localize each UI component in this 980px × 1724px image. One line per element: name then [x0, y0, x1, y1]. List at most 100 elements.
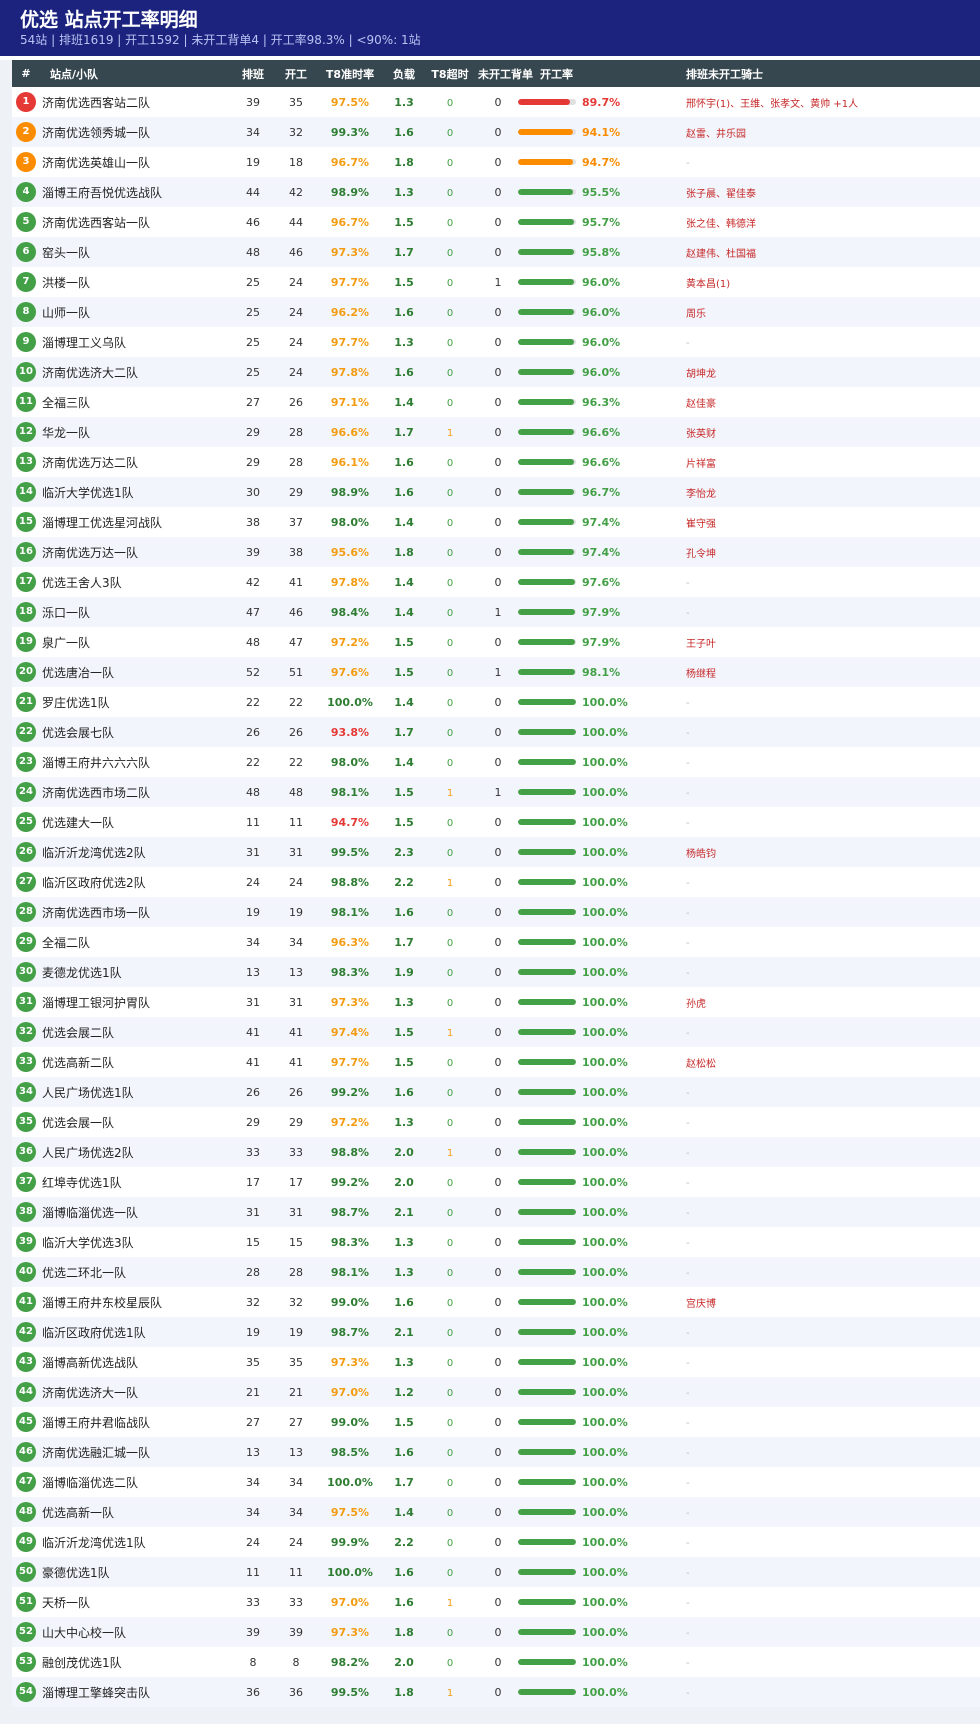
site-name: 济南优选西市场二队: [42, 785, 151, 800]
site-name-cell: 济南优选领秀城一队: [40, 117, 228, 147]
table-row[interactable]: 27 临沂区政府优选2队 24 24 98.8% 2.2 1 0 100.0% -: [12, 867, 980, 897]
table-row[interactable]: 43 淄博高新优选战队 35 35 97.3% 1.3 0 0 100.0% -: [12, 1347, 980, 1377]
col-header-name[interactable]: 站点/小队: [40, 60, 228, 87]
col-header-load[interactable]: 负载: [386, 60, 422, 87]
load-cell: 1.5: [386, 1047, 422, 1077]
unstarted-cell: 0: [478, 1197, 518, 1227]
table-row[interactable]: 16 济南优选万达一队 39 38 95.6% 1.8 0 0 97.4% 孔令坤: [12, 537, 980, 567]
table-header-row: # 站点/小队 排班 开工 T8准时率 负载 T8超时 未开工背单 开工率 排班…: [12, 60, 980, 87]
rate-value: 96.0%: [582, 305, 621, 319]
table-row[interactable]: 20 优选唐冶一队 52 51 97.6% 1.5 0 1 98.1% 杨继程: [12, 657, 980, 687]
table-row[interactable]: 1 济南优选西客站二队 39 35 97.5% 1.3 0 0 89.7% 邢怀宇(1)、王维、张…: [12, 87, 980, 117]
table-row[interactable]: 5 济南优选西客站一队 46 44 96.7% 1.5 0 0 95.7% 张之佳、韩德洋: [12, 207, 980, 237]
table-row[interactable]: 38 淄博临淄优选一队 31 31 98.7% 2.1 0 0 100.0% -: [12, 1197, 980, 1227]
table-row[interactable]: 21 罗庄优选1队 22 22 100.0% 1.4 0 0 100.0% -: [12, 687, 980, 717]
unstarted-cell: 0: [478, 1617, 518, 1647]
table-row[interactable]: 42 临沂区政府优选1队 19 19 98.7% 2.1 0 0 100.0% -: [12, 1317, 980, 1347]
table-row[interactable]: 47 淄博临淄优选二队 34 34 100.0% 1.7 0 0 100.0% -: [12, 1467, 980, 1497]
table-row[interactable]: 14 临沂大学优选1队 30 29 98.9% 1.6 0 0 96.7% 李怡龙: [12, 477, 980, 507]
table-row[interactable]: 48 优选高新一队 34 34 97.5% 1.4 0 0 100.0% -: [12, 1497, 980, 1527]
table-row[interactable]: 15 淄博理工优选星河战队 38 37 98.0% 1.4 0 0 97.4% 崔守强: [12, 507, 980, 537]
site-name-cell: 淄博王府井六六六队: [40, 747, 228, 777]
table-row[interactable]: 26 临沂沂龙湾优选2队 31 31 99.5% 2.3 0 0 100.0% 杨皓钧: [12, 837, 980, 867]
table-row[interactable]: 30 麦德龙优选1队 13 13 98.3% 1.9 0 0 100.0% -: [12, 957, 980, 987]
col-header-t8[interactable]: T8准时率: [314, 60, 386, 87]
table-row[interactable]: 22 优选会展七队 26 26 93.8% 1.7 0 0 100.0% -: [12, 717, 980, 747]
table-row[interactable]: 13 济南优选万达二队 29 28 96.1% 1.6 0 0 96.6% 片祥富: [12, 447, 980, 477]
unstarted-cell: 0: [478, 1047, 518, 1077]
rank-cell: 40: [12, 1257, 40, 1287]
table-row[interactable]: 4 淄博王府吾悦优选战队 44 42 98.9% 1.3 0 0 95.5% 张子晨、翟佳泰: [12, 177, 980, 207]
table-row[interactable]: 41 淄博王府井东校星辰队 32 32 99.0% 1.6 0 0 100.0% 宫庆博: [12, 1287, 980, 1317]
started-cell: 48: [278, 777, 314, 807]
table-row[interactable]: 23 淄博王府井六六六队 22 22 98.0% 1.4 0 0 100.0% -: [12, 747, 980, 777]
table-row[interactable]: 46 济南优选融汇城一队 13 13 98.5% 1.6 0 0 100.0% -: [12, 1437, 980, 1467]
started-cell: 24: [278, 267, 314, 297]
col-header-unstarted[interactable]: 未开工背单: [478, 60, 533, 87]
scheduled-cell: 39: [228, 87, 278, 117]
rate-bar: [518, 1569, 576, 1576]
table-row[interactable]: 12 华龙一队 29 28 96.6% 1.7 1 0 96.6% 张英财: [12, 417, 980, 447]
table-row[interactable]: 32 优选会展二队 41 41 97.4% 1.5 1 0 100.0% -: [12, 1017, 980, 1047]
t8-timeout-value: 0: [446, 1627, 454, 1639]
col-header-rank[interactable]: #: [12, 60, 40, 87]
table-row[interactable]: 37 红埠寺优选1队 17 17 99.2% 2.0 0 0 100.0% -: [12, 1167, 980, 1197]
table-row[interactable]: 40 优选二环北一队 28 28 98.1% 1.3 0 0 100.0% -: [12, 1257, 980, 1287]
col-header-rate[interactable]: 开工率: [518, 60, 678, 87]
t8-cell: 98.1%: [314, 897, 386, 927]
table-row[interactable]: 35 优选会展一队 29 29 97.2% 1.3 0 0 100.0% -: [12, 1107, 980, 1137]
unstarted-riders: -: [686, 907, 690, 919]
t8-timeout-value: 0: [446, 1567, 454, 1579]
table-row[interactable]: 25 优选建大一队 11 11 94.7% 1.5 0 0 100.0% -: [12, 807, 980, 837]
table-row[interactable]: 17 优选王舍人3队 42 41 97.8% 1.4 0 0 97.6% -: [12, 567, 980, 597]
table-row[interactable]: 36 人民广场优选2队 33 33 98.8% 2.0 1 0 100.0% -: [12, 1137, 980, 1167]
table-row[interactable]: 28 济南优选西市场一队 19 19 98.1% 1.6 0 0 100.0% -: [12, 897, 980, 927]
table-row[interactable]: 50 豪德优选1队 11 11 100.0% 1.6 0 0 100.0% -: [12, 1557, 980, 1587]
rank-badge: 25: [16, 812, 36, 832]
rate-value: 96.7%: [582, 485, 621, 499]
col-header-t8-timeout[interactable]: T8超时: [422, 60, 478, 87]
site-name: 济南优选万达二队: [42, 455, 139, 470]
table-row[interactable]: 3 济南优选英雄山一队 19 18 96.7% 1.8 0 0 94.7% -: [12, 147, 980, 177]
rate-value: 89.7%: [582, 95, 621, 109]
load-cell: 1.4: [386, 597, 422, 627]
table-row[interactable]: 44 济南优选济大一队 21 21 97.0% 1.2 0 0 100.0% -: [12, 1377, 980, 1407]
table-row[interactable]: 54 淄博理工擎蜂突击队 36 36 99.5% 1.8 1 0 100.0% -: [12, 1677, 980, 1707]
scheduled-cell: 13: [228, 957, 278, 987]
table-row[interactable]: 34 人民广场优选1队 26 26 99.2% 1.6 0 0 100.0% -: [12, 1077, 980, 1107]
table-row[interactable]: 9 淄博理工义乌队 25 24 97.7% 1.3 0 0 96.0% -: [12, 327, 980, 357]
table-row[interactable]: 6 窑头一队 48 46 97.3% 1.7 0 0 95.8% 赵建伟、杜国福: [12, 237, 980, 267]
table-row[interactable]: 52 山大中心校一队 39 39 97.3% 1.8 0 0 100.0% -: [12, 1617, 980, 1647]
rate-bar-fill: [518, 369, 574, 376]
scheduled-cell: 31: [228, 837, 278, 867]
table-row[interactable]: 45 淄博王府井君临战队 27 27 99.0% 1.5 0 0 100.0% -: [12, 1407, 980, 1437]
table-row[interactable]: 10 济南优选济大二队 25 24 97.8% 1.6 0 0 96.0% 胡坤龙: [12, 357, 980, 387]
table-row[interactable]: 53 融创茂优选1队 8 8 98.2% 2.0 0 0 100.0% -: [12, 1647, 980, 1677]
rate-bar: [518, 1029, 576, 1036]
riders-cell: -: [678, 1677, 980, 1707]
table-row[interactable]: 24 济南优选西市场二队 48 48 98.1% 1.5 1 1 100.0% -: [12, 777, 980, 807]
table-row[interactable]: 19 泉广一队 48 47 97.2% 1.5 0 0 97.9% 王子叶: [12, 627, 980, 657]
table-row[interactable]: 51 天桥一队 33 33 97.0% 1.6 1 0 100.0% -: [12, 1587, 980, 1617]
table-row[interactable]: 2 济南优选领秀城一队 34 32 99.3% 1.6 0 0 94.1% 赵雷、井乐园: [12, 117, 980, 147]
col-header-scheduled[interactable]: 排班: [228, 60, 278, 87]
table-row[interactable]: 33 优选高新二队 41 41 97.7% 1.5 0 0 100.0% 赵松松: [12, 1047, 980, 1077]
rate-bar: [518, 249, 576, 256]
table-row[interactable]: 31 淄博理工银河护胃队 31 31 97.3% 1.3 0 0 100.0% 孙虎: [12, 987, 980, 1017]
table-row[interactable]: 18 泺口一队 47 46 98.4% 1.4 0 1 97.9% -: [12, 597, 980, 627]
t8-timeout-cell: 0: [422, 1227, 478, 1257]
col-header-riders[interactable]: 排班未开工骑士: [678, 60, 980, 87]
table-row[interactable]: 39 临沂大学优选3队 15 15 98.3% 1.3 0 0 100.0% -: [12, 1227, 980, 1257]
load-value: 1.8: [394, 1685, 414, 1699]
table-row[interactable]: 29 全福二队 34 34 96.3% 1.7 0 0 100.0% -: [12, 927, 980, 957]
scheduled-cell: 48: [228, 627, 278, 657]
scheduled-cell: 25: [228, 267, 278, 297]
unstarted-cell: 0: [478, 477, 518, 507]
table-row[interactable]: 11 全福三队 27 26 97.1% 1.4 0 0 96.3% 赵佳豪: [12, 387, 980, 417]
table-row[interactable]: 8 山师一队 25 24 96.2% 1.6 0 0 96.0% 周乐: [12, 297, 980, 327]
rate-cell: 100.0%: [518, 1137, 678, 1167]
unstarted-cell: 0: [478, 687, 518, 717]
col-header-started[interactable]: 开工: [278, 60, 314, 87]
table-row[interactable]: 49 临沂沂龙湾优选1队 24 24 99.9% 2.2 0 0 100.0% -: [12, 1527, 980, 1557]
table-row[interactable]: 7 洪楼一队 25 24 97.7% 1.5 0 1 96.0% 黄本昌(1): [12, 267, 980, 297]
